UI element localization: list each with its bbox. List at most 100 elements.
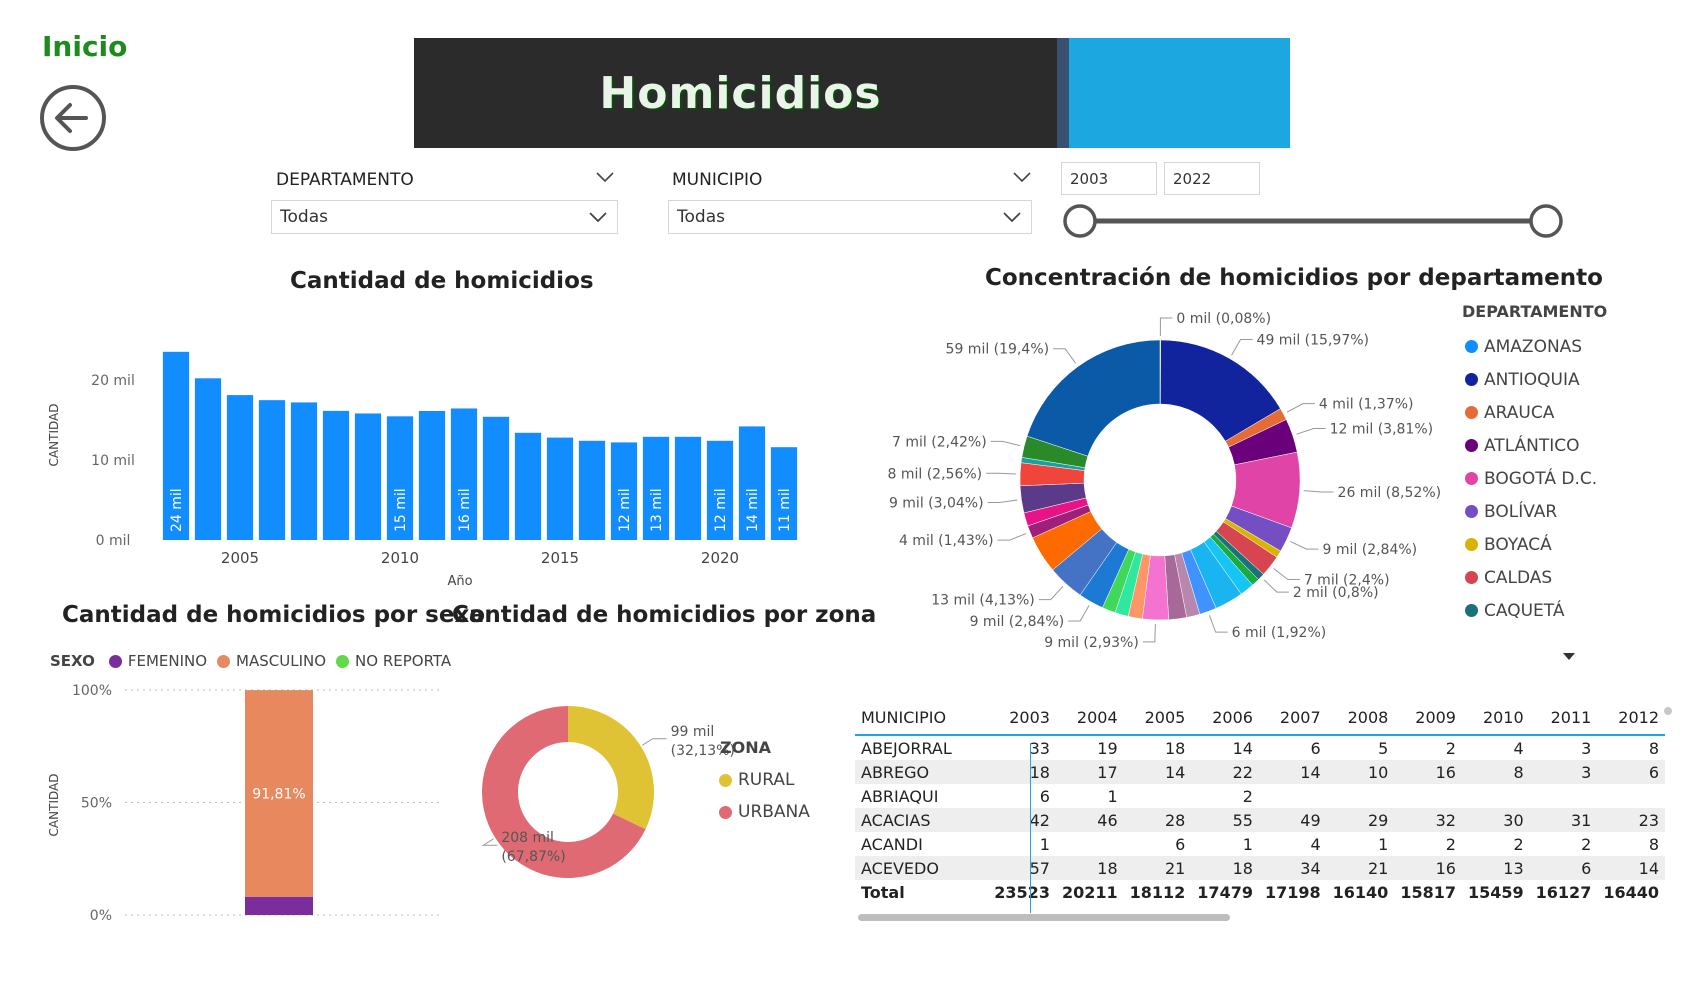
bar (290, 402, 318, 540)
value-cell: 8 (1648, 834, 1659, 854)
matrix-vertical-scrollbar[interactable] (1664, 707, 1672, 715)
chevron-down-icon (589, 212, 607, 222)
slice-data-label: 2 mil (0,8%) (1293, 585, 1379, 601)
column-header-year[interactable]: 2006 (1191, 700, 1259, 735)
legend-item[interactable]: ATLÁNTICO (1465, 429, 1597, 462)
legend-item[interactable]: NO REPORTA (336, 652, 451, 670)
value-cell: 29 (1326, 808, 1395, 832)
column-header-year[interactable]: 2007 (1259, 700, 1327, 735)
column-header-year[interactable]: 2009 (1394, 700, 1462, 735)
slider-handle-start (1063, 204, 1097, 238)
slice-data-label: 4 mil (1,43%) (899, 533, 994, 549)
total-cell: 17479 (1197, 882, 1253, 902)
legend-item[interactable]: BOGOTÁ D.C. (1465, 462, 1597, 495)
legend-item[interactable]: AMAZONAS (1465, 330, 1597, 363)
municipio-matrix[interactable]: MUNICIPIO 2003 2004 2005 2006 2007 2008 2009 201… (855, 700, 1665, 904)
value-cell: 6 (1310, 738, 1321, 758)
legend-marker (719, 805, 732, 819)
legend-marker (1465, 505, 1478, 518)
value-cell: 31 (1529, 808, 1598, 832)
legend-scroll-down-icon[interactable] (1563, 653, 1575, 661)
stacked-bar-segment (245, 896, 313, 915)
value-cell: 4 (1513, 738, 1524, 758)
value-cell: 1 (1378, 834, 1389, 854)
slice-data-label: 208 mil (501, 830, 554, 846)
x-tick-label: 2020 (701, 549, 739, 567)
legend-item[interactable]: ANTIOQUIA (1465, 363, 1597, 396)
legend-marker (719, 773, 732, 787)
legend-item[interactable]: CALDAS (1465, 561, 1597, 594)
year-range-slider[interactable] (1058, 200, 1568, 240)
year-end-input[interactable]: 2022 (1164, 162, 1260, 195)
legend-item[interactable]: BOLÍVAR (1465, 495, 1597, 528)
table-row[interactable]: ACANDI 1 6 1 4 1 2 2 2 8 (855, 832, 1665, 856)
value-cell: 16 (1394, 856, 1462, 880)
table-row[interactable]: ACEVEDO 57 18 21 18 34 21 16 13 6 14 (855, 856, 1665, 880)
sexo-stacked-bar-chart[interactable]: 0% 50% 100% CANTIDAD 91,81% (40, 680, 460, 925)
bar-data-label: 15 mil (393, 488, 409, 532)
legend-item[interactable]: MASCULINO (217, 652, 326, 670)
legend-label: RURAL (738, 770, 795, 790)
municipio-value: Todas (677, 207, 725, 227)
column-header-year[interactable]: 2012 (1597, 700, 1665, 735)
column-header-year[interactable]: 2003 (988, 700, 1056, 735)
value-cell: 1 (1242, 834, 1253, 854)
table-row[interactable]: ACACIAS 42 46 28 55 49 29 32 30 31 23 (855, 808, 1665, 832)
value-cell: 28 (1123, 808, 1192, 832)
departamento-dropdown[interactable]: Todas (271, 200, 618, 234)
arrow-left-circle-icon[interactable] (38, 83, 108, 153)
value-cell: 6 (1039, 786, 1050, 806)
column-header-year[interactable]: 2005 (1124, 700, 1192, 735)
column-header-municipio[interactable]: MUNICIPIO (855, 700, 988, 735)
legend-item[interactable]: URBANA (719, 796, 810, 828)
municipio-cell: ACACIAS (855, 808, 989, 832)
value-cell: 2 (1513, 834, 1524, 854)
value-cell: 21 (1326, 856, 1395, 880)
value-cell: 3 (1581, 738, 1592, 758)
leader-line (1208, 615, 1228, 633)
year-start-input[interactable]: 2003 (1061, 162, 1157, 195)
municipio-cell: ABREGO (855, 760, 989, 784)
legend-label: NO REPORTA (355, 652, 452, 670)
legend-item[interactable]: ARAUCA (1465, 396, 1597, 429)
legend-label: BOYACÁ (1484, 534, 1552, 555)
departamento-value: Todas (280, 207, 328, 227)
leader-line (990, 440, 1021, 447)
slice-data-label: 9 mil (3,04%) (889, 496, 984, 512)
value-cell: 2 (1242, 786, 1253, 806)
slice-data-label: 13 mil (4,13%) (931, 593, 1035, 609)
bar-data-label: 12 mil (617, 488, 633, 532)
column-header-year[interactable]: 2008 (1327, 700, 1395, 735)
legend-item[interactable]: RURAL (719, 764, 810, 796)
legend-label: BOLÍVAR (1484, 501, 1558, 522)
value-cell: 14 (1597, 856, 1665, 880)
chevron-down-icon[interactable] (596, 172, 614, 182)
legend-item[interactable]: CAQUETÁ (1465, 594, 1597, 627)
departamento-donut-chart[interactable]: 0 mil (0,08%) 49 mil (15,97%) 4 mil (1,37%… (880, 300, 1460, 660)
table-row[interactable]: ABEJORRAL 33 19 18 14 6 5 2 4 3 8 (855, 735, 1665, 760)
legend-item[interactable]: BOYACÁ (1465, 528, 1597, 561)
total-cell: 16440 (1603, 882, 1659, 902)
column-header-year[interactable]: 2010 (1462, 700, 1530, 735)
x-axis-title: Año (447, 574, 472, 589)
value-cell (1394, 784, 1462, 808)
legend-item[interactable]: FEMENINO (108, 652, 207, 670)
table-row[interactable]: ABREGO 18 17 14 22 14 10 16 8 3 6 (855, 760, 1665, 784)
slice-data-label: 9 mil (2,84%) (970, 614, 1065, 630)
leader-line (1290, 540, 1319, 550)
bar (418, 410, 446, 540)
slice-data-label: 12 mil (3,81%) (1330, 421, 1434, 437)
table-row[interactable]: ABRIAQUI 6 1 2 (855, 784, 1665, 808)
column-header-year[interactable]: 2011 (1530, 700, 1598, 735)
legend-label: ANTIOQUIA (1484, 369, 1580, 390)
leader-line (1159, 317, 1173, 337)
yearly-bar-chart[interactable]: 0 mil 10 mil 20 mil CANTIDAD 24 mil 15 mil 16 … (40, 325, 810, 595)
municipio-dropdown[interactable]: Todas (668, 200, 1032, 234)
inicio-link[interactable]: Inicio (42, 30, 127, 63)
total-cell: 15459 (1467, 882, 1524, 902)
legend-label: CAQUETÁ (1484, 600, 1565, 621)
chevron-down-icon[interactable] (1013, 172, 1031, 182)
value-cell: 55 (1191, 808, 1259, 832)
matrix-horizontal-scrollbar[interactable] (858, 914, 1230, 921)
column-header-year[interactable]: 2004 (1056, 700, 1124, 735)
